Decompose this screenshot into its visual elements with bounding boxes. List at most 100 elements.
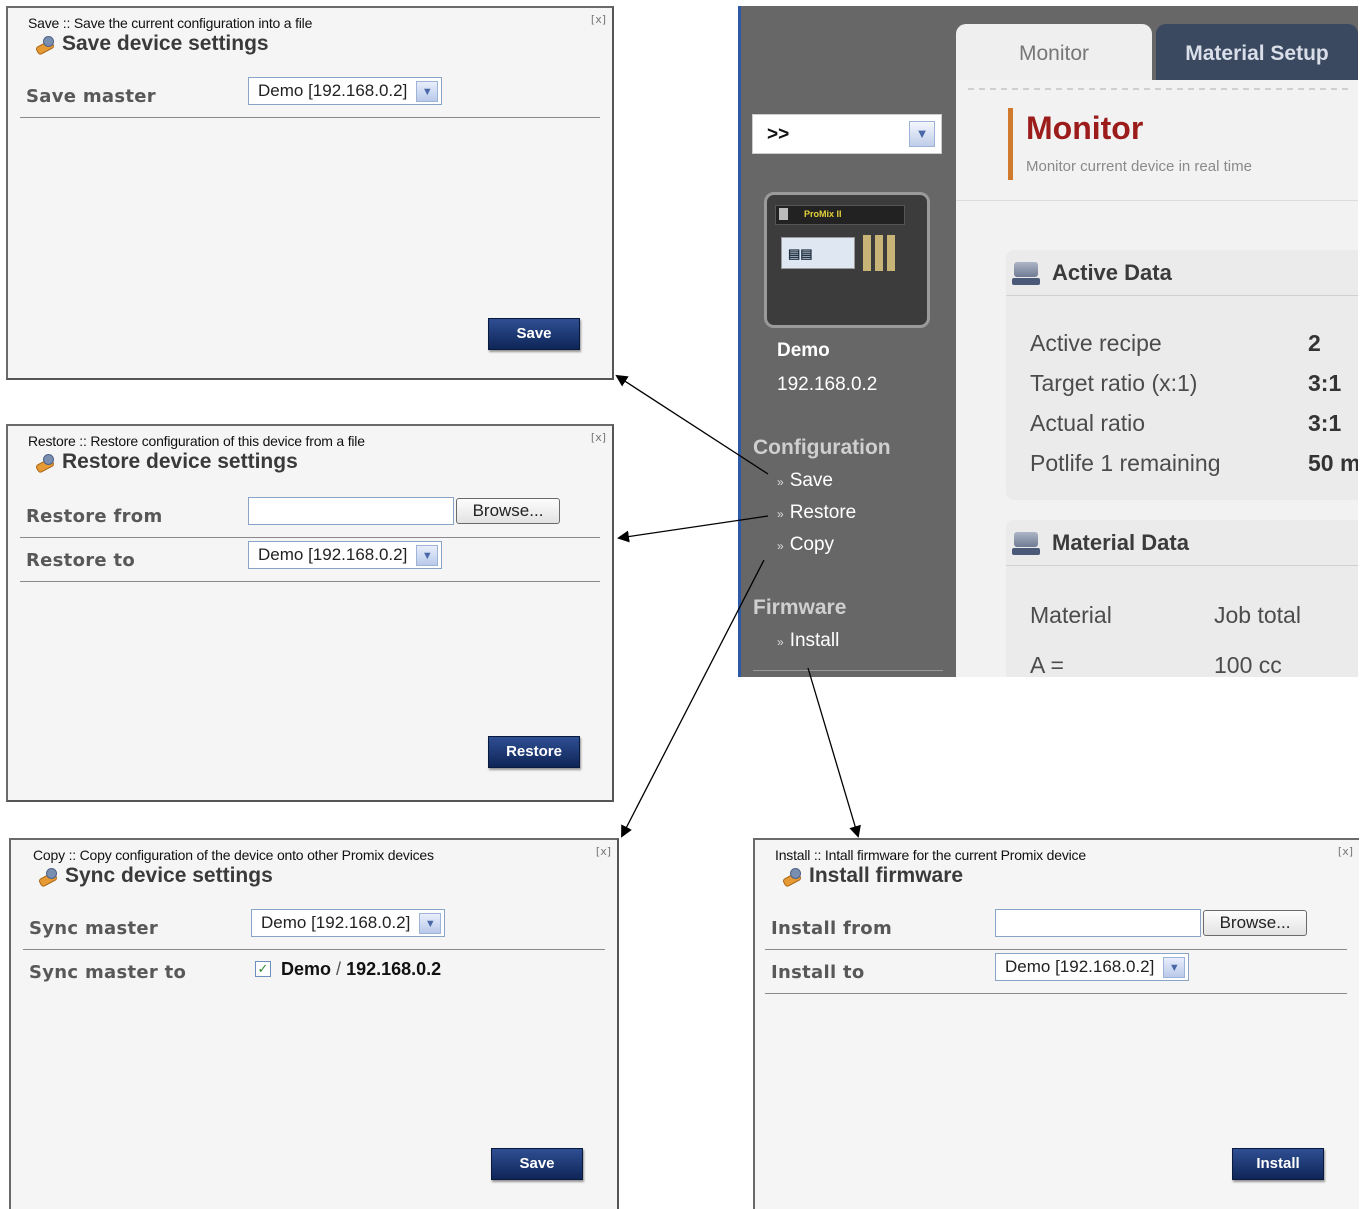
select-value: Demo [192.168.0.2] (258, 81, 408, 100)
restore-file-input[interactable] (248, 497, 454, 525)
device-select[interactable]: >> ▼ (752, 114, 942, 154)
sidebar-divider (753, 670, 943, 671)
save-button[interactable]: Save (488, 318, 580, 350)
configuration-heading: Configuration (753, 436, 891, 459)
sidebar-item-label: Restore (789, 502, 857, 523)
sync-dialog: Copy :: Copy configuration of the device… (9, 838, 619, 1209)
restore-dialog: Restore :: Restore configuration of this… (6, 424, 614, 802)
sidebar-item-label: Copy (789, 534, 835, 555)
restore-button[interactable]: Restore (488, 736, 580, 768)
tab-material-setup[interactable]: Material Setup (1156, 24, 1358, 80)
install-button[interactable]: Install (1232, 1148, 1324, 1180)
actual-ratio-label: Actual ratio (1030, 410, 1146, 436)
raquo-icon: » (777, 507, 784, 521)
close-icon[interactable]: [x] (591, 13, 606, 26)
device-panel-icon: ▤▤ (788, 246, 813, 261)
active-recipe-value: 2 (1308, 330, 1321, 356)
actual-ratio-value: 3:1 (1308, 410, 1342, 436)
device-name: Demo (777, 340, 830, 361)
server-icon (1012, 260, 1040, 286)
device-checkbox[interactable]: ✓ (255, 961, 271, 977)
sync-master-to-row: Sync master to ✓ Demo / 192.168.0.2 (23, 950, 605, 994)
target-ratio-value: 3:1 (1308, 370, 1342, 396)
tab-monitor[interactable]: Monitor (956, 24, 1152, 80)
dialog-title: Restore device settings (34, 450, 298, 474)
promix-app-window: >> ▼ ProMix II ▤▤ Demo 192.168.0.2 Confi… (738, 6, 1358, 677)
device-ip: 192.168.0.2 (346, 959, 442, 979)
chevron-down-icon[interactable]: ▼ (419, 913, 442, 934)
restore-to-select[interactable]: Demo [192.168.0.2] ▼ (248, 541, 443, 569)
install-from-label: Install from (771, 918, 893, 939)
save-dialog: Save :: Save the current configuration i… (6, 6, 614, 380)
raquo-icon: » (777, 475, 784, 489)
dotted-divider (968, 88, 1348, 90)
install-to-row: Install to Demo [192.168.0.2] ▼ (765, 950, 1347, 994)
install-to-label: Install to (771, 962, 865, 983)
raquo-icon: » (777, 635, 784, 649)
device-logo-icon (779, 208, 788, 220)
browse-button[interactable]: Browse... (1203, 910, 1307, 936)
select-value: Demo [192.168.0.2] (261, 913, 411, 932)
panel-header: Material Data (1006, 520, 1358, 566)
close-icon[interactable]: [x] (1338, 845, 1353, 858)
target-ratio-label: Target ratio (x:1) (1030, 370, 1198, 396)
settings-wrench-icon (34, 452, 54, 472)
device-keypad-icon (863, 235, 899, 271)
dialog-title-text: Install firmware (809, 864, 964, 887)
page-title: Monitor (1026, 110, 1144, 146)
potlife-label: Potlife 1 remaining (1030, 450, 1221, 476)
sidebar-item-restore[interactable]: » Restore (777, 502, 856, 524)
restore-to-row: Restore to Demo [192.168.0.2] ▼ (20, 538, 600, 582)
panel-header: Active Data (1006, 250, 1358, 296)
device-name: Demo (281, 959, 332, 979)
restore-from-row: Restore from Browse... (20, 494, 600, 538)
chevron-down-icon[interactable]: ▼ (1163, 957, 1186, 978)
save-master-label: Save master (26, 86, 156, 107)
sidebar: >> ▼ ProMix II ▤▤ Demo 192.168.0.2 Confi… (738, 6, 956, 677)
browse-button[interactable]: Browse... (456, 498, 560, 524)
chevron-down-icon[interactable]: ▼ (416, 81, 439, 102)
close-icon[interactable]: [x] (596, 845, 611, 858)
panel-title: Material Data (1052, 530, 1189, 555)
raquo-icon: » (777, 539, 784, 553)
select-value: Demo [192.168.0.2] (258, 545, 408, 564)
separator: / (336, 959, 342, 979)
dialog-subtitle: Copy :: Copy configuration of the device… (33, 847, 434, 863)
restore-from-label: Restore from (26, 506, 163, 527)
settings-wrench-icon (34, 34, 54, 54)
chevron-down-icon[interactable]: ▼ (909, 121, 935, 147)
sync-master-select[interactable]: Demo [192.168.0.2] ▼ (251, 909, 446, 937)
material-column-header: Material (1030, 602, 1112, 628)
close-icon[interactable]: [x] (591, 431, 606, 444)
firmware-heading: Firmware (753, 596, 847, 619)
sync-master-label: Sync master (29, 918, 159, 939)
potlife-value: 50 m (1308, 450, 1358, 476)
dialog-title-text: Restore device settings (62, 450, 298, 473)
dialog-title-text: Save device settings (62, 32, 269, 55)
dialog-title-text: Sync device settings (65, 864, 273, 887)
title-accent-bar (1008, 108, 1013, 180)
install-to-select[interactable]: Demo [192.168.0.2] ▼ (995, 953, 1190, 981)
dialog-title: Install firmware (781, 864, 963, 888)
sidebar-item-save[interactable]: » Save (777, 470, 833, 492)
sync-save-button[interactable]: Save (491, 1148, 583, 1180)
install-file-input[interactable] (995, 909, 1201, 937)
settings-wrench-icon (37, 866, 57, 886)
sidebar-item-install[interactable]: » Install (777, 630, 839, 652)
device-screen: ProMix II (775, 205, 905, 225)
active-recipe-label: Active recipe (1030, 330, 1162, 356)
save-master-select[interactable]: Demo [192.168.0.2] ▼ (248, 77, 443, 105)
restore-to-label: Restore to (26, 550, 136, 571)
install-arrow (807, 667, 861, 838)
dialog-subtitle: Save :: Save the current configuration i… (28, 15, 313, 31)
material-a-label: A = (1030, 652, 1064, 677)
select-value: Demo [192.168.0.2] (1005, 957, 1155, 976)
material-data-panel: Material Data Material Job total A = 100… (1006, 520, 1358, 677)
sidebar-item-copy[interactable]: » Copy (777, 534, 834, 556)
server-icon (1012, 530, 1040, 556)
panel-title: Active Data (1052, 260, 1172, 285)
dialog-title: Sync device settings (37, 864, 273, 888)
material-a-value: 100 cc (1214, 652, 1282, 677)
header-divider (956, 200, 1358, 201)
chevron-down-icon[interactable]: ▼ (416, 545, 439, 566)
